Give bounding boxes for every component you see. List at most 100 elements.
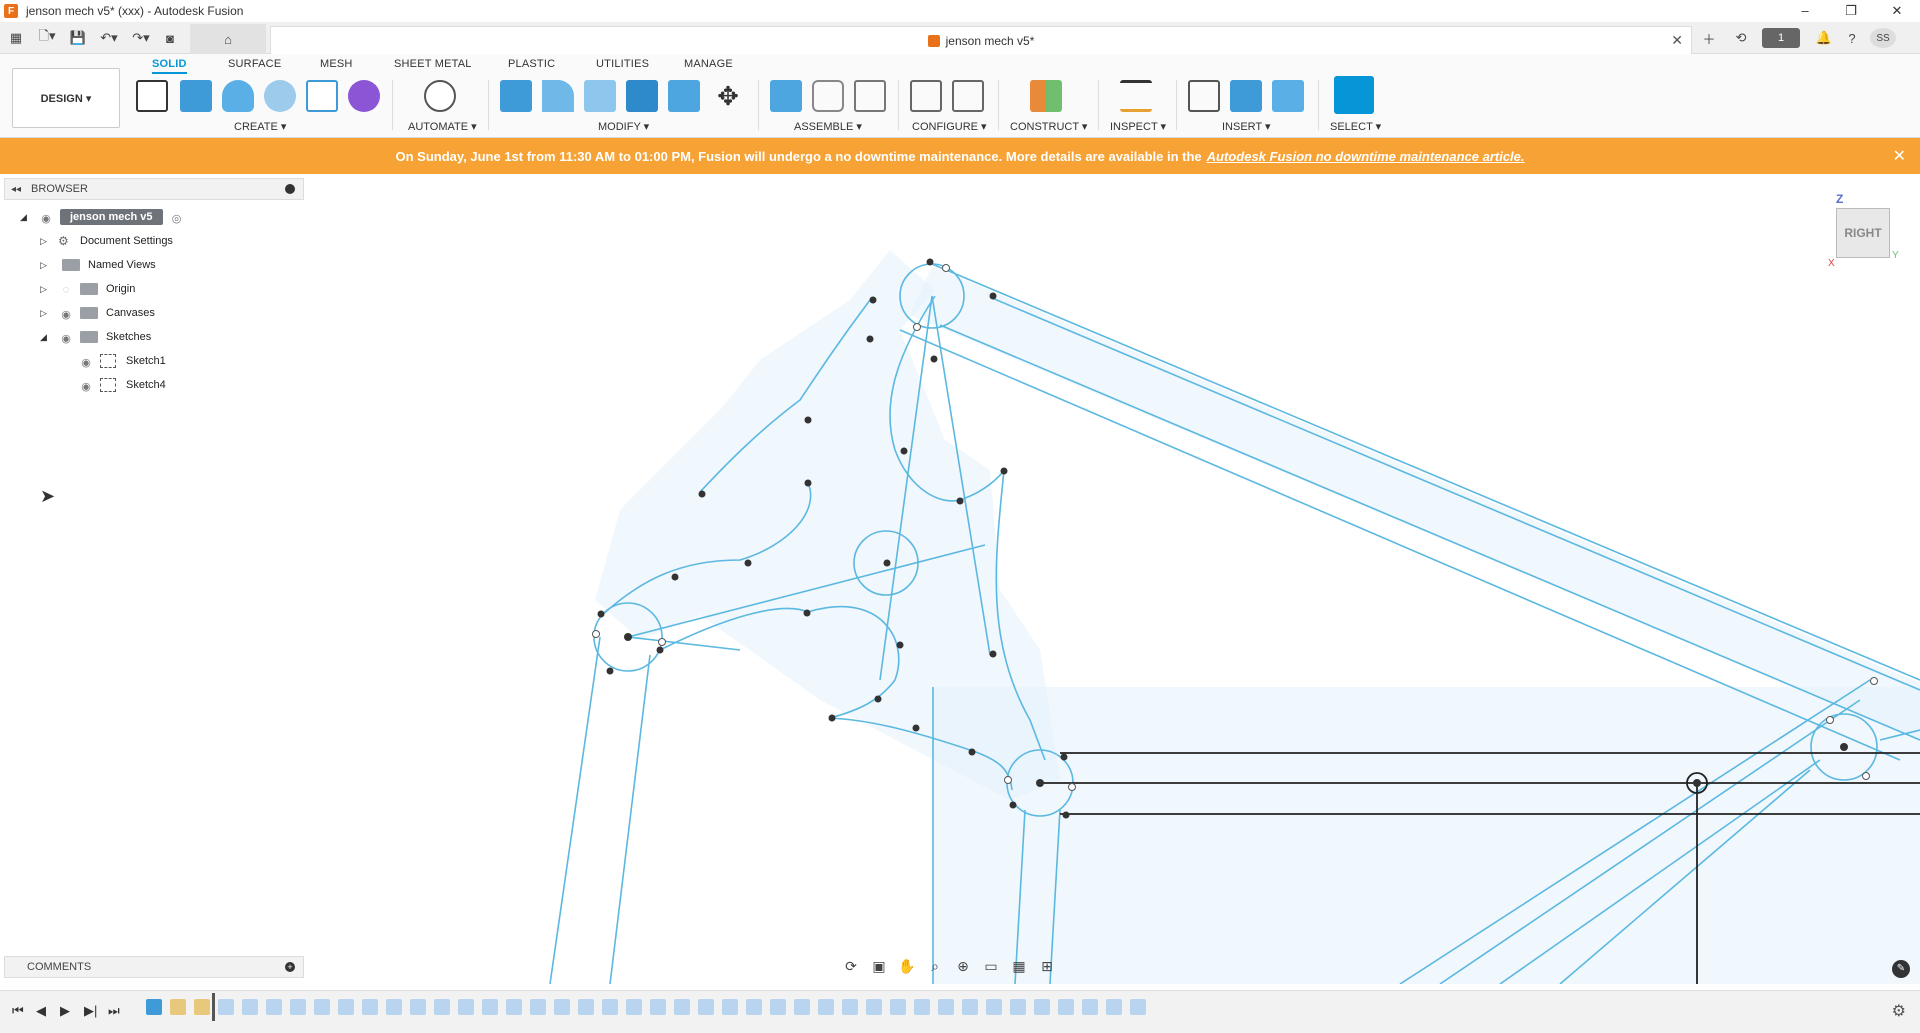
- tree-item-document-settings[interactable]: ▷ ⚙ Document Settings: [40, 230, 173, 252]
- timeline-feature-icon[interactable]: [434, 999, 450, 1015]
- timeline-feature-icon[interactable]: [554, 999, 570, 1015]
- insert-canvas-icon[interactable]: [1272, 80, 1304, 112]
- press-pull-icon[interactable]: [500, 80, 532, 112]
- timeline-feature-icon[interactable]: [986, 999, 1002, 1015]
- collapse-panel-icon[interactable]: ◂◂: [11, 184, 21, 195]
- tree-item-sketches[interactable]: ◢ ◉ Sketches: [40, 326, 151, 348]
- display-settings-icon[interactable]: ▭: [980, 958, 1002, 975]
- timeline-feature-icon[interactable]: [866, 999, 882, 1015]
- timeline-feature-icon[interactable]: [482, 999, 498, 1015]
- offset-face-icon[interactable]: [668, 80, 700, 112]
- visibility-eye-icon[interactable]: ◉: [58, 332, 74, 345]
- timeline-feature-icon[interactable]: [1082, 999, 1098, 1015]
- tab-manage[interactable]: MANAGE: [684, 58, 733, 70]
- timeline-feature-icon[interactable]: [458, 999, 474, 1015]
- redo-icon[interactable]: ↷▾: [128, 28, 154, 48]
- viewports-icon[interactable]: ⊞: [1036, 958, 1058, 975]
- timeline-feature-icon[interactable]: [938, 999, 954, 1015]
- timeline-feature-icon[interactable]: [266, 999, 282, 1015]
- revolve-icon[interactable]: [222, 80, 254, 112]
- timeline-feature-icon[interactable]: [290, 999, 306, 1015]
- expand-triangle-icon[interactable]: ▷: [40, 236, 50, 247]
- timeline-feature-icon[interactable]: [146, 999, 162, 1015]
- home-tab-icon[interactable]: ⌂: [190, 24, 266, 54]
- maximize-button[interactable]: ❐: [1828, 0, 1874, 22]
- activate-radio-icon[interactable]: ◎: [169, 212, 185, 225]
- help-icon[interactable]: ?: [1842, 28, 1862, 48]
- workspace-switcher[interactable]: DESIGN ▾: [12, 68, 120, 128]
- browser-minimize-icon[interactable]: [285, 184, 295, 194]
- visibility-eye-icon[interactable]: ◉: [78, 380, 94, 393]
- timeline-feature-icon[interactable]: [1058, 999, 1074, 1015]
- assemble-group-label[interactable]: ASSEMBLE ▾: [794, 120, 862, 133]
- timeline-feature-icon[interactable]: [914, 999, 930, 1015]
- timeline-settings-gear-icon[interactable]: ⚙: [1892, 1001, 1906, 1021]
- timeline-feature-icon[interactable]: [362, 999, 378, 1015]
- timeline-feature-icon[interactable]: [314, 999, 330, 1015]
- timeline-play-icon[interactable]: ▶: [60, 1003, 70, 1019]
- maintenance-article-link[interactable]: Autodesk Fusion no downtime maintenance …: [1207, 149, 1525, 164]
- banner-close-icon[interactable]: ✕: [1893, 146, 1906, 166]
- browser-header[interactable]: ◂◂ BROWSER: [4, 178, 304, 200]
- tab-utilities[interactable]: UTILITIES: [596, 58, 649, 70]
- timeline-feature-icon[interactable]: [170, 999, 186, 1015]
- shell-icon[interactable]: [584, 80, 616, 112]
- minimize-button[interactable]: –: [1782, 0, 1828, 22]
- configure-group-label[interactable]: CONFIGURE ▾: [912, 120, 987, 133]
- tree-item-named-views[interactable]: ▷ Named Views: [40, 254, 156, 276]
- construct-group-label[interactable]: CONSTRUCT ▾: [1010, 120, 1087, 133]
- timeline-feature-icon[interactable]: [794, 999, 810, 1015]
- fit-icon[interactable]: ⊕: [952, 958, 974, 975]
- tree-root[interactable]: ◢ ◉ jenson mech v5 ◎: [20, 206, 191, 228]
- timeline-feature-icon[interactable]: [626, 999, 642, 1015]
- tree-item-canvases[interactable]: ▷ ◉ Canvases: [40, 302, 155, 324]
- job-status-badge[interactable]: 1: [1762, 28, 1800, 48]
- timeline-feature-icon[interactable]: [194, 999, 210, 1015]
- file-menu-icon[interactable]: 🗋▾: [34, 28, 60, 48]
- capture-icon[interactable]: ◙: [160, 28, 180, 48]
- timeline-feature-icon[interactable]: [506, 999, 522, 1015]
- timeline-forward-icon[interactable]: ▶|: [84, 1003, 97, 1019]
- timeline-feature-icon[interactable]: [890, 999, 906, 1015]
- pattern-icon[interactable]: [306, 80, 338, 112]
- design-canvas[interactable]: [0, 174, 1920, 984]
- select-icon[interactable]: [1334, 76, 1374, 114]
- fillet-icon[interactable]: [542, 80, 574, 112]
- zoom-icon[interactable]: ⌕: [924, 958, 946, 975]
- insert-group-label[interactable]: INSERT ▾: [1222, 120, 1271, 133]
- comments-panel[interactable]: COMMENTS +: [4, 956, 304, 978]
- configure-icon[interactable]: [910, 80, 942, 112]
- timeline-end-icon[interactable]: ⏭: [108, 1003, 120, 1019]
- timeline-marker[interactable]: [212, 993, 215, 1021]
- visibility-eye-icon[interactable]: ◉: [58, 308, 74, 321]
- joint-icon[interactable]: [812, 80, 844, 112]
- hidden-eye-icon[interactable]: ◌: [58, 284, 74, 296]
- select-group-label[interactable]: SELECT ▾: [1330, 120, 1381, 133]
- timeline-feature-icon[interactable]: [1106, 999, 1122, 1015]
- new-component-icon[interactable]: [770, 80, 802, 112]
- save-icon[interactable]: 💾: [68, 28, 88, 48]
- sketch-geometry[interactable]: [0, 174, 1920, 984]
- timeline-feature-icon[interactable]: [530, 999, 546, 1015]
- timeline-feature-icon[interactable]: [818, 999, 834, 1015]
- timeline-feature-icon[interactable]: [338, 999, 354, 1015]
- measure-icon[interactable]: [1120, 80, 1152, 112]
- timeline-feature-icon[interactable]: [650, 999, 666, 1015]
- expand-triangle-icon[interactable]: ▷: [40, 260, 50, 271]
- timeline-feature-icon[interactable]: [962, 999, 978, 1015]
- extensions-icon[interactable]: ⟲: [1730, 28, 1752, 48]
- modify-group-label[interactable]: MODIFY ▾: [598, 120, 649, 133]
- text-commands-icon[interactable]: ✎: [1892, 960, 1910, 978]
- bom-table-icon[interactable]: [854, 80, 886, 112]
- timeline-feature-icon[interactable]: [602, 999, 618, 1015]
- tab-plastic[interactable]: PLASTIC: [508, 58, 555, 70]
- automate-icon[interactable]: [424, 80, 456, 112]
- tab-surface[interactable]: SURFACE: [228, 58, 281, 70]
- timeline-feature-icon[interactable]: [722, 999, 738, 1015]
- tab-sheet-metal[interactable]: SHEET METAL: [394, 58, 472, 70]
- new-tab-icon[interactable]: ＋: [1698, 28, 1720, 48]
- view-cube-face[interactable]: RIGHT: [1836, 208, 1890, 258]
- hole-icon[interactable]: [264, 80, 296, 112]
- tree-item-sketch1[interactable]: ◉ Sketch1: [78, 350, 166, 372]
- inspect-group-label[interactable]: INSPECT ▾: [1110, 120, 1166, 133]
